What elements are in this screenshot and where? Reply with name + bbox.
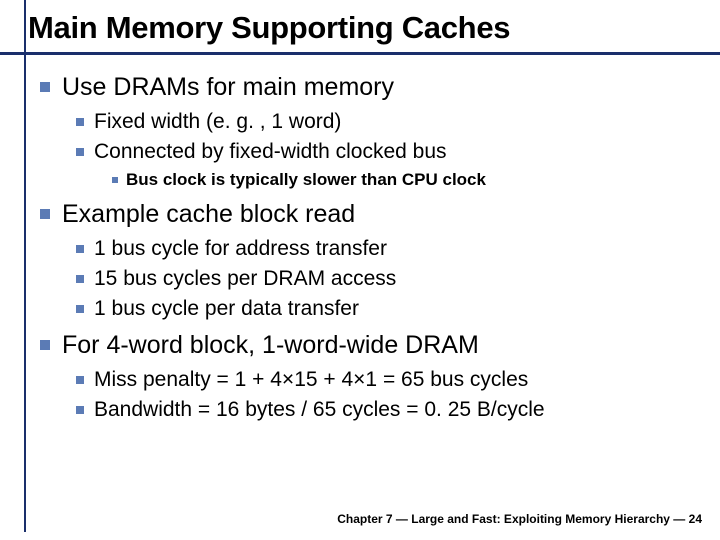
square-bullet-icon (76, 118, 84, 126)
bullet-text: For 4-word block, 1-word-wide DRAM (62, 331, 479, 360)
bullet-text: Use DRAMs for main memory (62, 73, 394, 102)
bullet-level1: For 4-word block, 1-word-wide DRAM (40, 331, 700, 360)
bullet-level1: Example cache block read (40, 200, 700, 229)
bullet-level2: 1 bus cycle per data transfer (76, 297, 700, 321)
bullet-text: Miss penalty = 1 + 4×15 + 4×1 = 65 bus c… (94, 368, 528, 392)
bullet-level3: Bus clock is typically slower than CPU c… (112, 170, 700, 190)
bullet-level2: 15 bus cycles per DRAM access (76, 267, 700, 291)
bullet-level2: Fixed width (e. g. , 1 word) (76, 110, 700, 134)
bullet-text: Fixed width (e. g. , 1 word) (94, 110, 341, 134)
bullet-text: Connected by fixed-width clocked bus (94, 140, 447, 164)
square-bullet-icon (40, 340, 50, 350)
bullet-text: Bus clock is typically slower than CPU c… (126, 170, 486, 190)
slide-content: Use DRAMs for main memory Fixed width (e… (0, 55, 720, 422)
bullet-text: 1 bus cycle for address transfer (94, 237, 387, 261)
bullet-text: Example cache block read (62, 200, 355, 229)
square-bullet-icon (76, 275, 84, 283)
slide-title: Main Memory Supporting Caches (28, 10, 700, 46)
bullet-text: Bandwidth = 16 bytes / 65 cycles = 0. 25… (94, 398, 545, 422)
bullet-level1: Use DRAMs for main memory (40, 73, 700, 102)
slide-footer: Chapter 7 — Large and Fast: Exploiting M… (337, 512, 702, 526)
square-bullet-icon (76, 406, 84, 414)
title-bar: Main Memory Supporting Caches (0, 0, 720, 55)
square-bullet-icon (40, 82, 50, 92)
square-bullet-icon (40, 209, 50, 219)
bullet-level2: Bandwidth = 16 bytes / 65 cycles = 0. 25… (76, 398, 700, 422)
square-bullet-icon (76, 148, 84, 156)
bullet-level2: Miss penalty = 1 + 4×15 + 4×1 = 65 bus c… (76, 368, 700, 392)
square-bullet-icon (76, 376, 84, 384)
bullet-text: 1 bus cycle per data transfer (94, 297, 359, 321)
bullet-level2: 1 bus cycle for address transfer (76, 237, 700, 261)
square-bullet-icon (76, 305, 84, 313)
bullet-text: 15 bus cycles per DRAM access (94, 267, 396, 291)
square-bullet-icon (76, 245, 84, 253)
square-bullet-icon (112, 177, 118, 183)
bullet-level2: Connected by fixed-width clocked bus (76, 140, 700, 164)
